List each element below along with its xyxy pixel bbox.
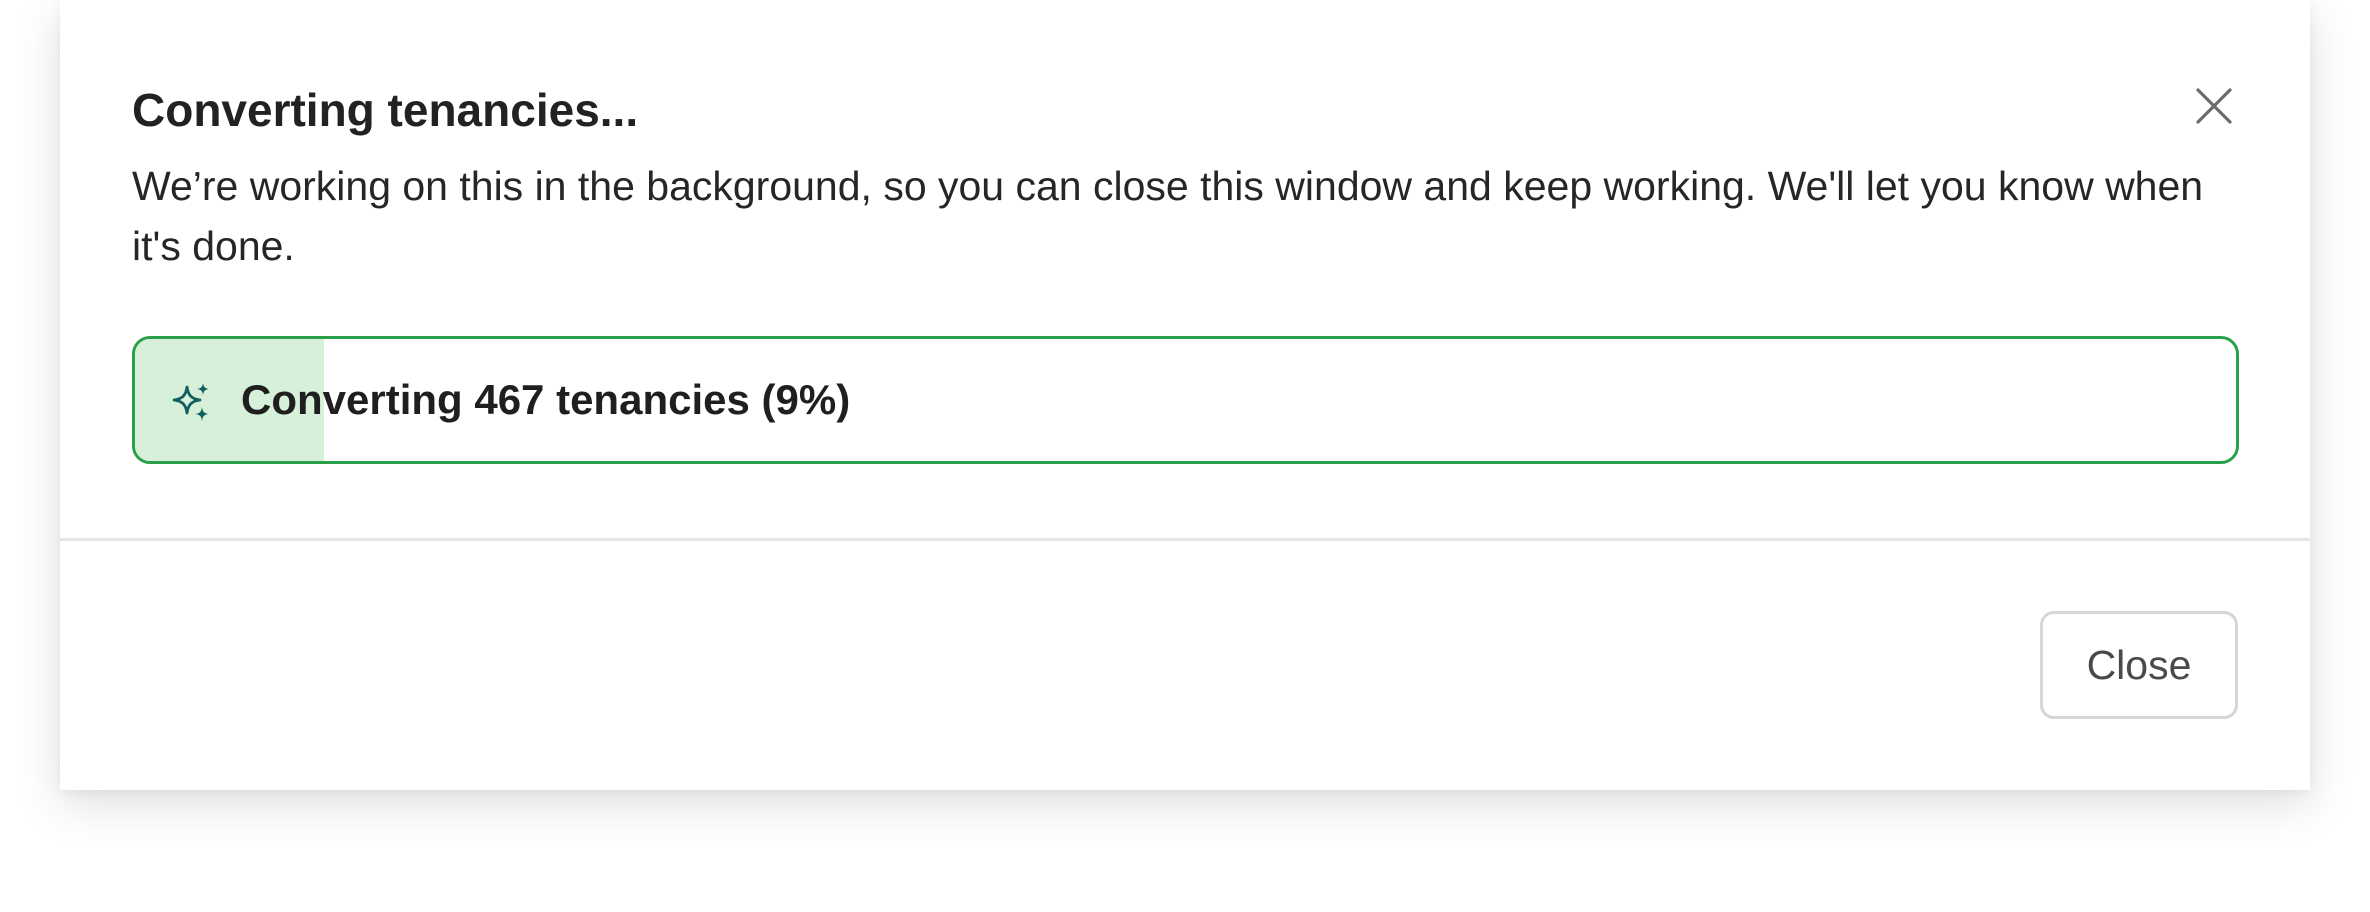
progress-bar: Converting 467 tenancies (9%) [132,336,2239,464]
dialog-body: Converting tenancies... We’re working on… [60,0,2310,538]
converting-dialog: Converting tenancies... We’re working on… [60,0,2310,790]
close-button[interactable]: Close [2040,611,2238,719]
dialog-description: We’re working on this in the background,… [132,163,2204,269]
sparkles-icon [171,381,213,423]
progress-label: Converting 467 tenancies (9%) [241,376,851,423]
dialog-footer: Close [60,541,2310,790]
close-icon[interactable] [2192,84,2236,128]
dialog-title: Converting tenancies... [132,84,639,136]
